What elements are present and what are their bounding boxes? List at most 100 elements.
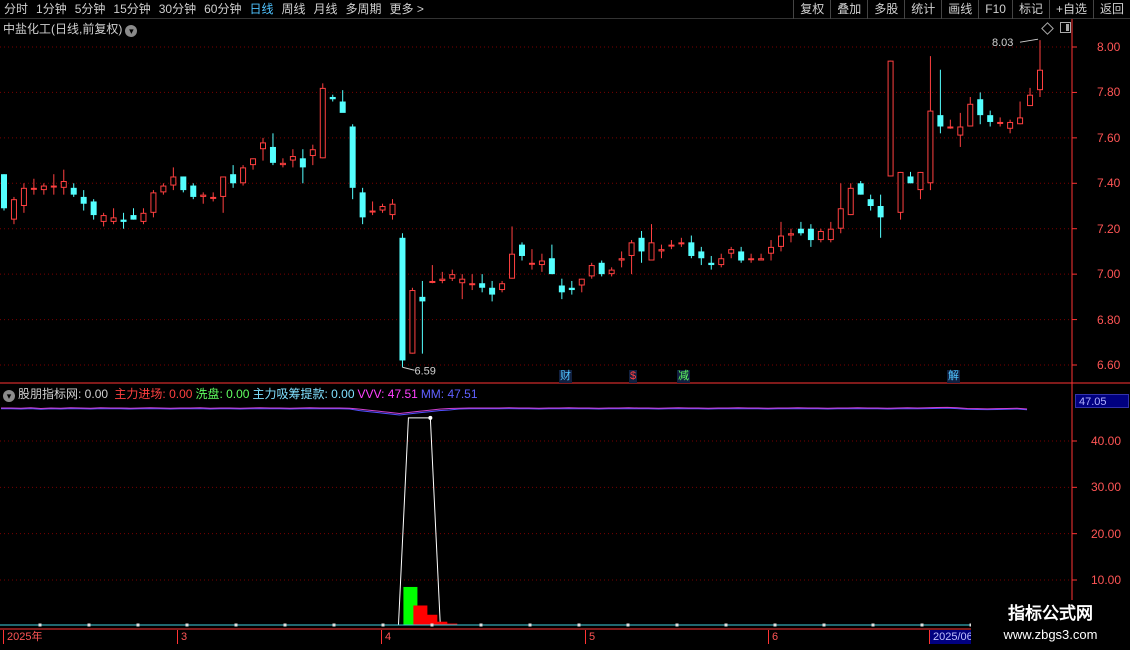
candle-body — [449, 274, 456, 279]
candle-body — [827, 228, 834, 241]
candle-body — [309, 149, 316, 157]
baseline-dot — [185, 623, 189, 627]
baseline-dot — [381, 623, 385, 627]
candle-body — [887, 60, 894, 177]
candle-body — [269, 146, 276, 163]
candle-body — [1027, 94, 1034, 107]
candle-body — [678, 242, 685, 245]
candle-body — [807, 228, 814, 241]
vvv-line — [1, 406, 1028, 415]
candle-body — [568, 287, 575, 291]
candle-body — [399, 237, 406, 361]
candle-body — [40, 185, 47, 191]
candle-body — [638, 237, 645, 252]
candle-body — [758, 258, 765, 261]
candle-body — [459, 278, 466, 284]
candle-body — [768, 246, 775, 254]
candle-body — [1007, 121, 1014, 129]
spike-dot — [428, 415, 433, 420]
candle-body — [628, 242, 635, 256]
candle-body — [718, 258, 725, 266]
baseline-dot — [283, 623, 287, 627]
baseline-dot — [38, 623, 42, 627]
price-tick: 7.80 — [1097, 85, 1121, 100]
baseline-dot — [724, 623, 728, 627]
candle-body — [618, 258, 625, 261]
baseline-dot — [234, 623, 238, 627]
candle-body — [339, 101, 346, 113]
price-tick: 6.80 — [1097, 312, 1121, 327]
watermark: 指标公式网 www.zbgs3.com — [971, 600, 1130, 650]
baseline-dot — [528, 623, 532, 627]
candle-body — [509, 253, 516, 279]
event-tag[interactable]: 解 — [947, 370, 960, 383]
candle-body — [489, 287, 496, 295]
candle-body — [698, 251, 705, 259]
candle-body — [588, 265, 595, 277]
event-tag[interactable]: $ — [629, 370, 638, 383]
price-tick: 7.60 — [1097, 130, 1121, 145]
candle-body — [548, 258, 555, 275]
baseline-dot — [675, 623, 679, 627]
candle-body — [220, 176, 227, 197]
candle-body — [250, 158, 257, 166]
candle-body — [997, 121, 1004, 124]
candle-body — [1, 174, 7, 209]
candle-body — [60, 181, 67, 188]
high-marker-label: 8.03 — [992, 37, 1013, 49]
candle-body — [190, 185, 197, 197]
candle-body — [917, 171, 924, 191]
candle-body — [170, 176, 177, 186]
baseline-dot — [773, 623, 777, 627]
candle-body — [738, 251, 745, 261]
candle-body — [837, 208, 844, 229]
date-label: 6 — [768, 630, 778, 644]
candle-body — [369, 210, 376, 213]
price-tick: 7.00 — [1097, 267, 1121, 282]
candle-body — [230, 174, 237, 184]
candle-body — [120, 219, 127, 222]
candle-body — [519, 244, 525, 256]
candle-body — [897, 171, 904, 213]
baseline-dot — [920, 623, 924, 627]
candle-body — [927, 110, 934, 184]
chart-canvas: 8.03 6.59 — [0, 19, 1130, 644]
candle-body — [319, 87, 326, 159]
watermark-url: www.zbgs3.com — [1003, 627, 1098, 642]
candle-body — [658, 249, 665, 252]
candle-body — [289, 156, 296, 161]
indicator-current-value: 47.05 — [1075, 394, 1129, 408]
candle-body — [778, 235, 784, 247]
candle-body — [299, 158, 306, 168]
candle-body — [409, 290, 416, 354]
candle-body — [419, 296, 426, 302]
candle-body — [279, 162, 286, 166]
candle-body — [349, 126, 356, 188]
candle-body — [598, 262, 605, 275]
event-tag[interactable]: 财 — [559, 370, 572, 383]
candle-body — [429, 280, 436, 283]
baseline-dot — [332, 623, 336, 627]
candle-body — [389, 203, 396, 216]
candle-body — [558, 285, 565, 293]
candle-body — [210, 196, 217, 199]
candle-body — [160, 185, 167, 193]
low-marker-label: 6.59 — [414, 365, 435, 377]
candle-body — [20, 187, 27, 206]
candle-body — [907, 176, 914, 184]
baseline-dot — [822, 623, 826, 627]
price-tick: 8.00 — [1097, 40, 1121, 54]
candle-body — [439, 278, 446, 281]
event-tag[interactable]: 减 — [677, 370, 690, 383]
candle-body — [857, 183, 864, 195]
mm-line — [1, 407, 1028, 416]
candle-body — [847, 187, 854, 216]
low-marker-line — [402, 366, 415, 371]
candle-body — [379, 206, 386, 211]
candle-body — [90, 201, 97, 216]
candle-body — [10, 199, 17, 220]
candle-body — [260, 142, 266, 150]
baseline-dot — [626, 623, 630, 627]
candle-body — [469, 283, 476, 286]
baseline-dot — [479, 623, 483, 627]
